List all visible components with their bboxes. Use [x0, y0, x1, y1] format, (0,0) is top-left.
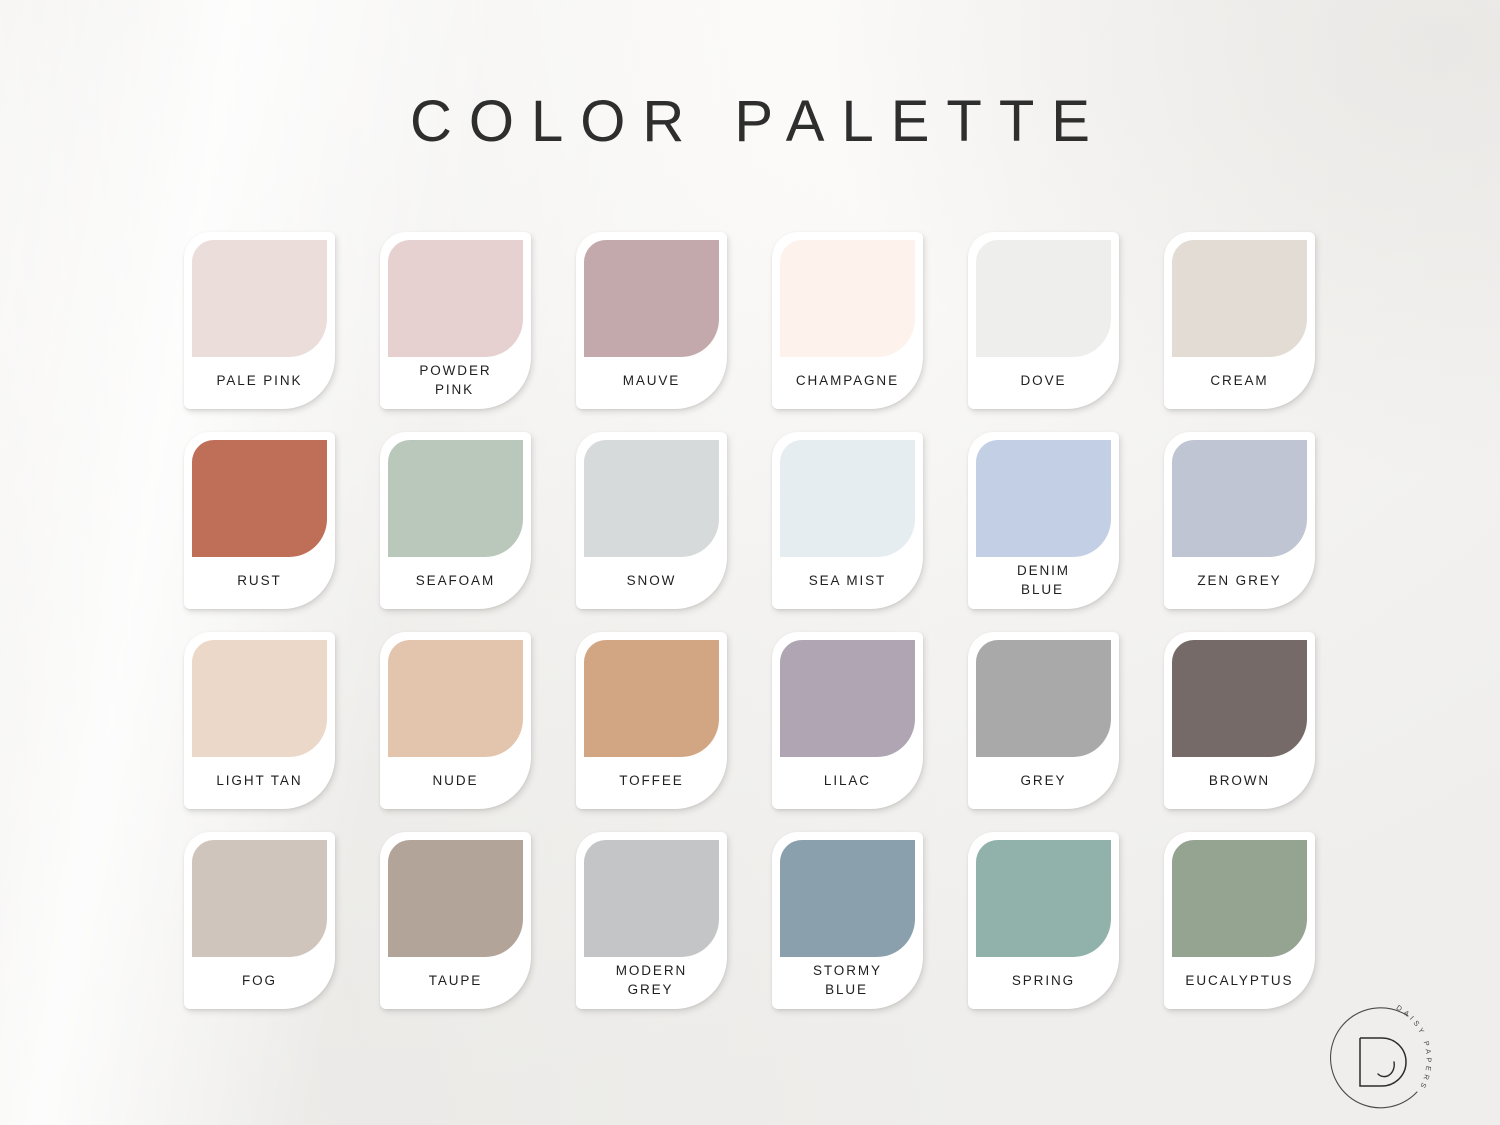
color-swatch-block[interactable] — [780, 840, 915, 957]
logo-circle-arc — [1330, 1007, 1418, 1109]
color-swatch-block[interactable] — [976, 640, 1111, 757]
color-swatch-block[interactable] — [192, 840, 327, 957]
color-swatch-card[interactable]: EUCALYPTUS — [1164, 832, 1315, 1009]
color-swatch-block[interactable] — [976, 840, 1111, 957]
logo-petal-curl — [1377, 1061, 1395, 1078]
color-swatch-card[interactable]: SNOW — [576, 432, 727, 609]
logo-monogram-stem — [1359, 1038, 1382, 1087]
color-swatch-block[interactable] — [388, 240, 523, 357]
color-swatch-card[interactable]: TOFFEE — [576, 632, 727, 809]
color-swatch-card[interactable]: DOVE — [968, 232, 1119, 409]
color-swatch-block[interactable] — [976, 240, 1111, 357]
color-swatch-card[interactable]: BROWN — [1164, 632, 1315, 809]
color-swatch-block[interactable] — [1172, 840, 1307, 957]
color-swatch-grid: PALE PINK POWDER PINK MAUVE CHAMPAGNE DOVE CR… — [184, 232, 1316, 1009]
color-swatch-label: TAUPE — [428, 972, 483, 988]
color-swatch-label: ZEN GREY — [1197, 572, 1282, 588]
color-swatch-label: PALE PINK — [216, 372, 303, 388]
color-swatch-card[interactable]: SEA MIST — [772, 432, 923, 609]
color-swatch-block[interactable] — [192, 640, 327, 757]
color-swatch-block[interactable] — [192, 440, 327, 557]
color-swatch-card[interactable]: MODERN GREY — [576, 832, 727, 1009]
color-swatch-label: MODERN GREY — [615, 963, 688, 997]
color-swatch-card[interactable]: CHAMPAGNE — [772, 232, 923, 409]
color-swatch-card[interactable]: RUST — [184, 432, 335, 609]
color-swatch-label: DOVE — [1020, 372, 1067, 388]
color-swatch-label: CREAM — [1210, 372, 1269, 388]
color-swatch-label: TOFFEE — [619, 772, 684, 788]
color-swatch-label: POWDER PINK — [419, 363, 492, 397]
color-swatch-card[interactable]: DENIM BLUE — [968, 432, 1119, 609]
color-swatch-card[interactable]: GREY — [968, 632, 1119, 809]
color-swatch-block[interactable] — [976, 440, 1111, 557]
color-swatch-card[interactable]: CREAM — [1164, 232, 1315, 409]
color-swatch-block[interactable] — [1172, 240, 1307, 357]
color-swatch-card[interactable]: LILAC — [772, 632, 923, 809]
color-swatch-label: DENIM BLUE — [1016, 563, 1070, 597]
color-swatch-card[interactable]: LIGHT TAN — [184, 632, 335, 809]
color-swatch-label: STORMY BLUE — [812, 963, 882, 997]
logo-monogram-bowl — [1360, 1037, 1407, 1087]
color-swatch-label: RUST — [237, 572, 282, 588]
color-swatch-card[interactable]: SEAFOAM — [380, 432, 531, 609]
color-swatch-block[interactable] — [584, 440, 719, 557]
color-swatch-card[interactable]: SPRING — [968, 832, 1119, 1009]
color-swatch-block[interactable] — [780, 440, 915, 557]
color-swatch-block[interactable] — [388, 840, 523, 957]
color-swatch-block[interactable] — [192, 240, 327, 357]
color-swatch-card[interactable]: ZEN GREY — [1164, 432, 1315, 609]
brand-logo: DAISY PAPERS — [1316, 1000, 1444, 1125]
color-swatch-block[interactable] — [388, 640, 523, 757]
color-swatch-card[interactable]: TAUPE — [380, 832, 531, 1009]
page-title: COLOR PALETTE — [410, 89, 1107, 154]
color-swatch-block[interactable] — [388, 440, 523, 557]
color-swatch-label: SEAFOAM — [415, 572, 496, 588]
color-swatch-label: EUCALYPTUS — [1185, 972, 1294, 988]
color-swatch-block[interactable] — [780, 640, 915, 757]
color-swatch-block[interactable] — [1172, 640, 1307, 757]
color-swatch-label: LIGHT TAN — [216, 772, 303, 788]
color-swatch-block[interactable] — [1172, 440, 1307, 557]
color-swatch-card[interactable]: POWDER PINK — [380, 232, 531, 409]
color-swatch-label: SEA MIST — [808, 572, 887, 588]
color-swatch-label: FOG — [241, 972, 277, 988]
color-swatch-label: NUDE — [432, 772, 479, 788]
color-swatch-label: GREY — [1020, 772, 1067, 788]
color-swatch-block[interactable] — [780, 240, 915, 357]
color-swatch-card[interactable]: NUDE — [380, 632, 531, 809]
color-swatch-label: LILAC — [823, 772, 871, 788]
color-swatch-block[interactable] — [584, 240, 719, 357]
color-swatch-label: BROWN — [1208, 772, 1271, 788]
color-swatch-card[interactable]: FOG — [184, 832, 335, 1009]
color-swatch-label: SNOW — [626, 572, 677, 588]
color-swatch-block[interactable] — [584, 840, 719, 957]
color-swatch-card[interactable]: MAUVE — [576, 232, 727, 409]
color-swatch-label: SPRING — [1011, 972, 1076, 988]
color-swatch-card[interactable]: STORMY BLUE — [772, 832, 923, 1009]
color-swatch-label: MAUVE — [622, 372, 681, 388]
color-swatch-card[interactable]: PALE PINK — [184, 232, 335, 409]
color-swatch-block[interactable] — [584, 640, 719, 757]
color-swatch-label: CHAMPAGNE — [795, 372, 899, 388]
